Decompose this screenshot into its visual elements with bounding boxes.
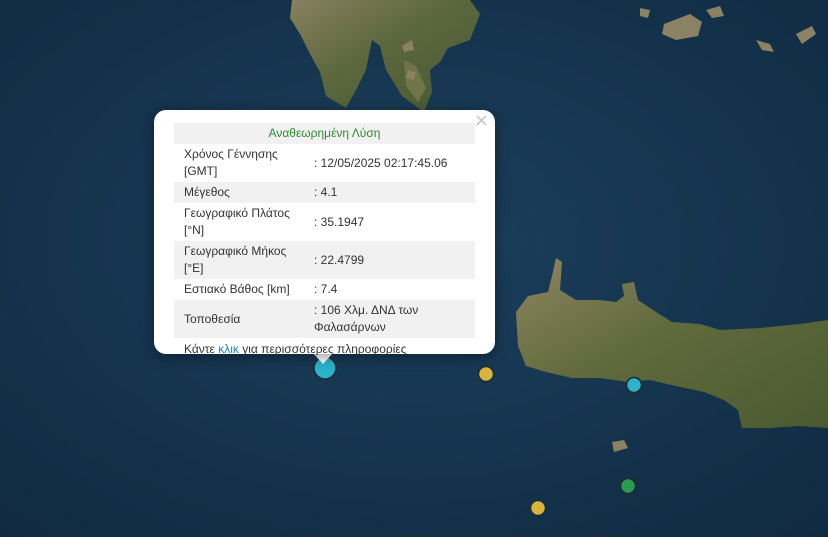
more-info-link[interactable]: κλικ: [218, 342, 239, 356]
earthquake-marker[interactable]: [625, 376, 643, 394]
more-info-prefix: Κάντε: [184, 342, 219, 356]
earthquake-marker[interactable]: [529, 499, 547, 517]
earthquake-details-table: Αναθεωρημένη Λύση Χρόνος Γέννησης [GMT] …: [174, 123, 475, 360]
more-info-text: Κάντε κλικ για περισσότερες πληροφορίες: [174, 338, 475, 360]
origin-time-value: : 12/05/2025 02:17:45.06: [314, 155, 448, 170]
popup-title: Αναθεωρημένη Λύση: [174, 123, 475, 144]
origin-time-label: Χρόνος Γέννησης [GMT]: [184, 147, 278, 178]
earthquake-marker[interactable]: [477, 365, 495, 383]
longitude-label: Γεωγραφικό Μήκος [°E]: [174, 241, 304, 279]
magnitude-label: Μέγεθος: [174, 182, 304, 203]
depth-label: Εστιακό Βάθος [km]: [184, 282, 290, 296]
latitude-label: Γεωγραφικό Πλάτος [°N]: [184, 206, 290, 237]
close-icon[interactable]: ×: [474, 112, 489, 130]
earthquake-info-popup: × Αναθεωρημένη Λύση Χρόνος Γέννησης [GMT…: [154, 110, 495, 356]
location-label: Τοποθεσία: [174, 300, 304, 338]
depth-value: : 7.4: [314, 282, 338, 296]
more-info-suffix: για περισσότερες πληροφορίες: [238, 342, 407, 356]
location-value: : 106 Χλμ. ΔΝΔ των Φαλασάρνων: [304, 300, 475, 338]
longitude-value: : 22.4799: [304, 241, 475, 279]
earthquake-marker[interactable]: [619, 477, 637, 495]
magnitude-value: : 4.1: [304, 182, 475, 203]
latitude-value: : 35.1947: [314, 214, 365, 229]
